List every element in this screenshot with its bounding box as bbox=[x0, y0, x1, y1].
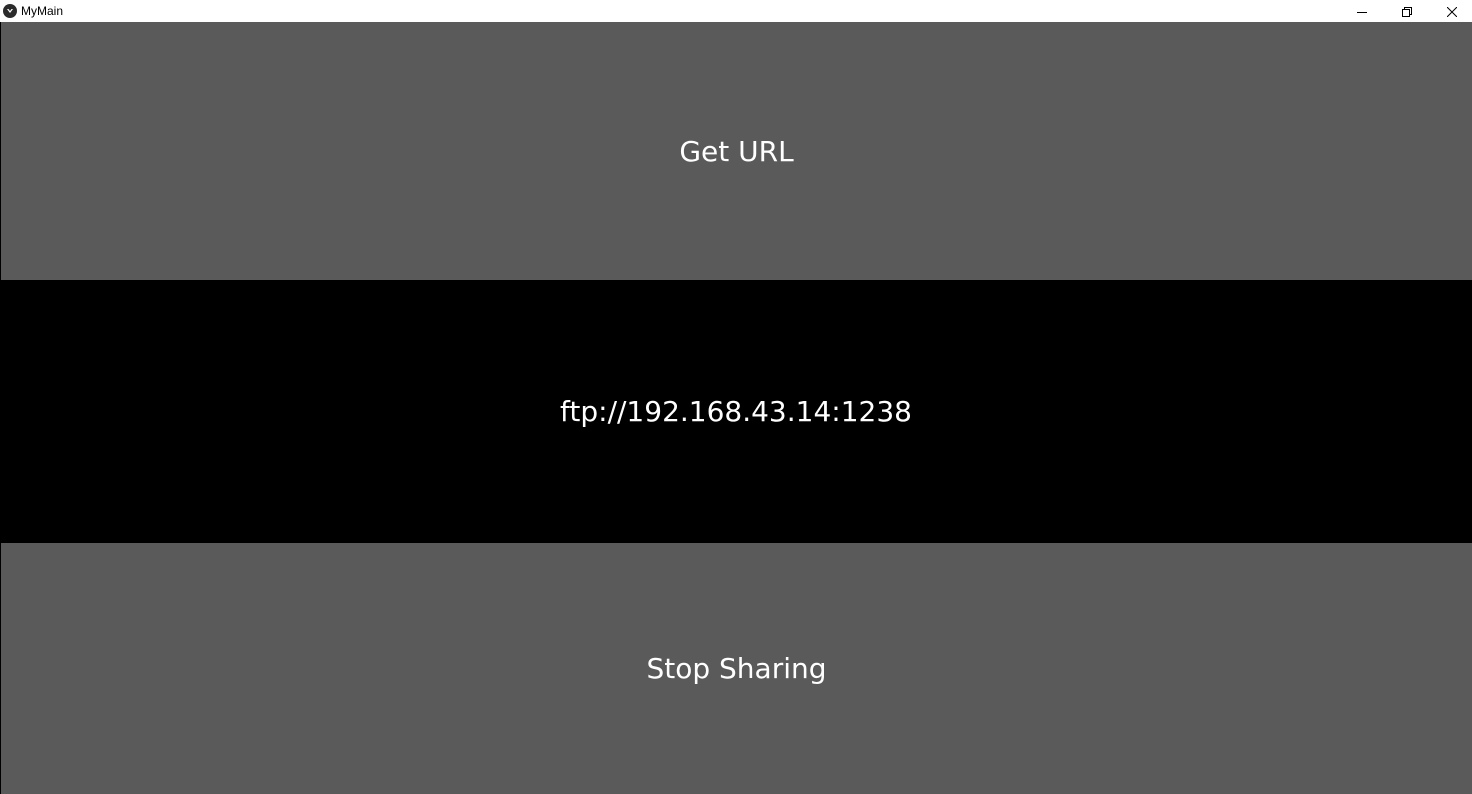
close-button[interactable] bbox=[1429, 0, 1472, 22]
url-display: ftp://192.168.43.14:1238 bbox=[0, 280, 1472, 543]
get-url-button[interactable]: Get URL bbox=[1, 22, 1472, 280]
minimize-icon bbox=[1357, 2, 1367, 21]
stop-sharing-label: Stop Sharing bbox=[646, 652, 827, 685]
url-text: ftp://192.168.43.14:1238 bbox=[560, 395, 912, 428]
minimize-button[interactable] bbox=[1339, 0, 1385, 22]
app-window: MyMain Get URL ftp://192.168.43.14:1238 … bbox=[0, 0, 1472, 794]
window-title: MyMain bbox=[21, 4, 64, 18]
kivy-logo-icon bbox=[3, 4, 17, 18]
title-bar[interactable]: MyMain bbox=[0, 0, 1472, 22]
stop-sharing-button[interactable]: Stop Sharing bbox=[1, 543, 1472, 794]
restore-icon bbox=[1402, 2, 1412, 21]
get-url-label: Get URL bbox=[679, 134, 794, 168]
main-content: Get URL ftp://192.168.43.14:1238 Stop Sh… bbox=[0, 22, 1472, 794]
maximize-button[interactable] bbox=[1384, 0, 1430, 22]
close-icon bbox=[1446, 2, 1458, 21]
